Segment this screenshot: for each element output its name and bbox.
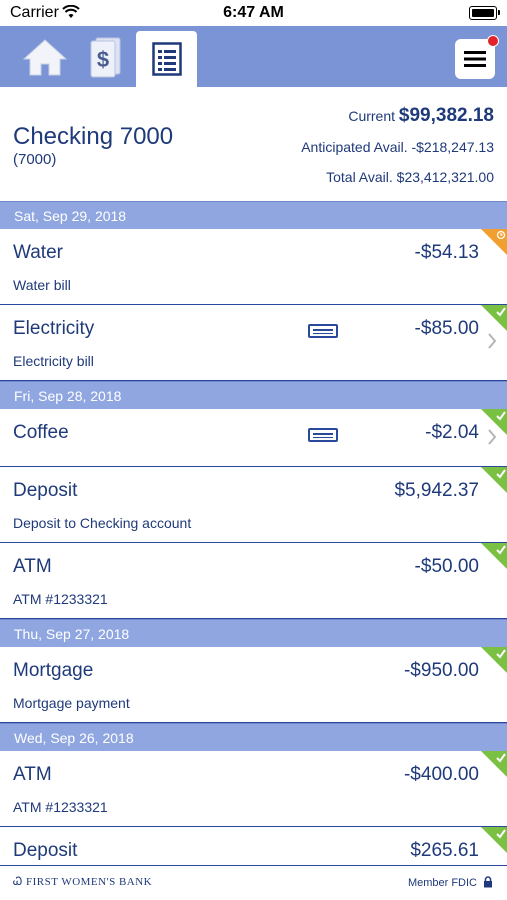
transaction-row[interactable]: Deposit Deposit to Checking account $5,9… xyxy=(0,467,507,543)
footer: Ꮗ FIRST WOMEN'S BANK Member FDIC xyxy=(0,865,507,900)
anticipated-balance: Anticipated Avail. -$218,247.13 xyxy=(301,139,494,155)
tab-money[interactable]: $ xyxy=(80,26,130,87)
transaction-name: Mortgage xyxy=(13,660,94,681)
statement-icon xyxy=(151,42,182,76)
date-header: Fri, Sep 28, 2018 xyxy=(0,381,507,409)
account-name: Checking 7000 xyxy=(13,123,174,150)
transaction-amount: $265.61 xyxy=(410,840,479,861)
bank-monogram: Ꮗ xyxy=(13,876,23,888)
transaction-name: Deposit xyxy=(13,840,78,861)
transaction-name: Electricity xyxy=(13,318,95,339)
card-icon xyxy=(308,324,338,338)
transaction-row[interactable]: ATM ATM #1233321 -$400.00 xyxy=(0,751,507,827)
bank-name: FIRST WOMEN'S BANK xyxy=(26,876,153,888)
transaction-description: Electricity bill xyxy=(13,353,94,369)
current-balance-label: Current xyxy=(348,108,396,124)
checkmark-icon xyxy=(496,829,506,839)
checkmark-icon xyxy=(496,307,506,317)
transaction-name: Deposit xyxy=(13,480,78,501)
transaction-name: Coffee xyxy=(13,422,69,443)
top-nav-bar: $ xyxy=(0,26,507,87)
menu-button[interactable] xyxy=(455,35,499,79)
transaction-row[interactable]: Deposit $265.61 xyxy=(0,827,507,865)
transaction-description: ATM #1233321 xyxy=(13,799,108,815)
checkmark-icon xyxy=(496,411,506,421)
tab-home[interactable] xyxy=(14,26,76,87)
transaction-amount: -$400.00 xyxy=(403,764,479,785)
checkmark-icon xyxy=(496,545,506,555)
transaction-name: ATM xyxy=(13,556,52,577)
total-balance: Total Avail. $23,412,321.00 xyxy=(326,169,494,185)
clock-icon xyxy=(496,230,506,240)
member-fdic-label: Member FDIC xyxy=(407,877,477,889)
transaction-row[interactable]: Coffee -$2.04 xyxy=(0,409,507,467)
transaction-description: Deposit to Checking account xyxy=(13,515,192,531)
transaction-description: Mortgage payment xyxy=(13,695,130,711)
transaction-row[interactable]: Water Water bill -$54.13 xyxy=(0,229,507,305)
transaction-row[interactable]: Mortgage Mortgage payment -$950.00 xyxy=(0,647,507,723)
lock-icon xyxy=(484,876,492,888)
transaction-row[interactable]: Electricity Electricity bill -$85.00 xyxy=(0,305,507,381)
transaction-description: Water bill xyxy=(13,277,71,293)
account-header: Checking 7000 (7000) Current $99,382.18 … xyxy=(0,87,507,201)
account-number: (7000) xyxy=(13,151,57,168)
current-balance: Current $99,382.18 xyxy=(348,105,494,127)
transaction-row[interactable]: ATM ATM #1233321 -$50.00 xyxy=(0,543,507,619)
transaction-amount: -$950.00 xyxy=(403,660,479,681)
transaction-amount: -$54.13 xyxy=(414,242,479,263)
clock: 6:47 AM xyxy=(223,4,284,21)
checkmark-icon xyxy=(496,753,506,763)
bank-logo: Ꮗ FIRST WOMEN'S BANK xyxy=(13,876,152,889)
notification-dot xyxy=(487,35,499,47)
transaction-name: ATM xyxy=(13,764,52,785)
transaction-description: ATM #1233321 xyxy=(13,591,108,607)
transaction-list[interactable]: Sat, Sep 29, 2018 Water Water bill -$54.… xyxy=(0,201,507,865)
date-header: Wed, Sep 26, 2018 xyxy=(0,723,507,751)
svg-text:$: $ xyxy=(97,47,109,72)
date-header: Thu, Sep 27, 2018 xyxy=(0,619,507,647)
transaction-amount: $5,942.37 xyxy=(394,480,479,501)
date-header: Sat, Sep 29, 2018 xyxy=(0,201,507,229)
battery-icon xyxy=(469,6,500,20)
current-balance-amount: $99,382.18 xyxy=(398,105,494,126)
home-icon xyxy=(22,38,68,75)
transaction-amount: -$50.00 xyxy=(414,556,479,577)
chevron-right-icon xyxy=(488,333,497,349)
transaction-amount: -$2.04 xyxy=(425,422,479,443)
tab-statement[interactable] xyxy=(136,31,197,87)
transaction-amount: -$85.00 xyxy=(414,318,479,339)
card-icon xyxy=(308,428,338,442)
checkmark-icon xyxy=(496,649,506,659)
status-bar: Carrier 6:47 AM xyxy=(0,0,507,26)
transaction-name: Water xyxy=(13,242,63,263)
dollar-document-icon: $ xyxy=(90,37,121,77)
checkmark-icon xyxy=(496,469,506,479)
hamburger-menu-icon xyxy=(464,51,486,67)
